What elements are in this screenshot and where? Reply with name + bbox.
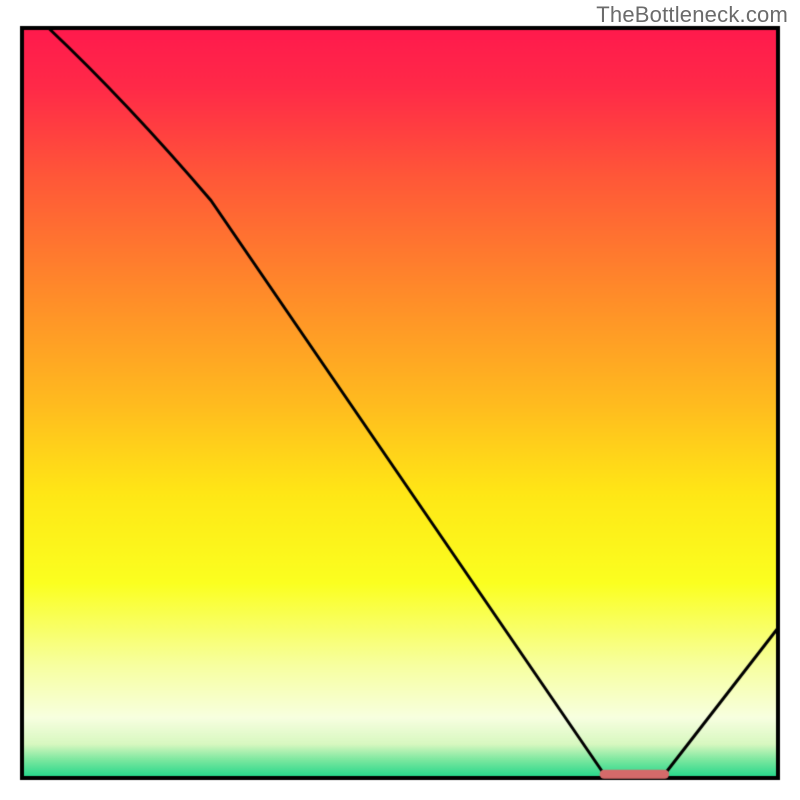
chart-container: TheBottleneck.com (0, 0, 800, 800)
watermark-text: TheBottleneck.com (596, 2, 788, 28)
bottleneck-chart (0, 0, 800, 800)
